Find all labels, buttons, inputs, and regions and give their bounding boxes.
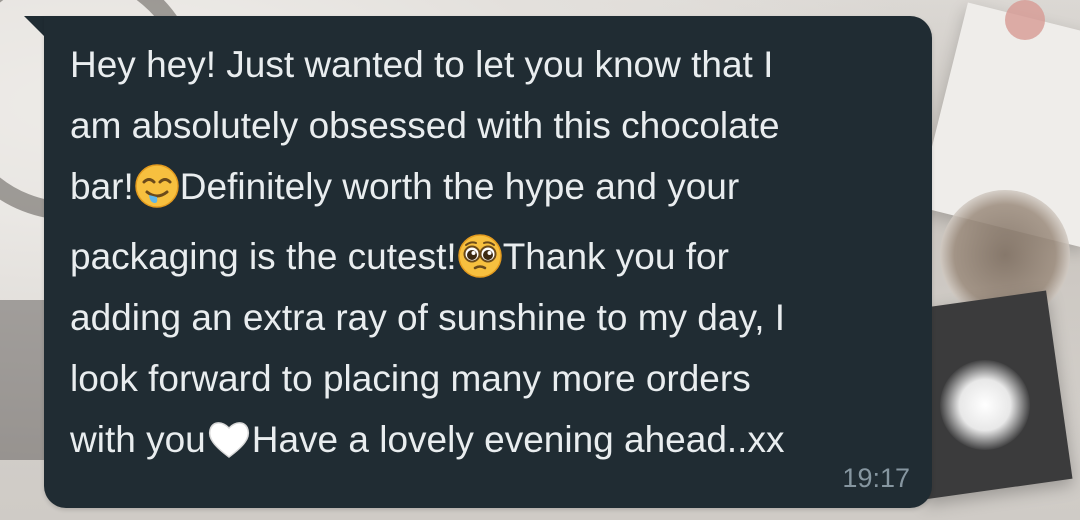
- bubble-tail: [24, 16, 46, 38]
- message-line: packaging is the cutest! Thank you for: [70, 217, 910, 287]
- message-line: bar! Definitely worth the hype and your: [70, 156, 910, 217]
- message-line: Hey hey! Just wanted to let you know tha…: [70, 44, 774, 85]
- message-text-fragment: Thank you for: [502, 236, 729, 277]
- message-text-fragment: packaging is the cutest!: [70, 236, 457, 277]
- incoming-message-bubble[interactable]: Hey hey! Just wanted to let you know tha…: [44, 16, 932, 508]
- message-line: look forward to placing many more orders: [70, 358, 751, 399]
- pleading-face-emoji-icon: [457, 234, 502, 278]
- wallpaper-flower: [1005, 0, 1045, 40]
- message-line: am absolutely obsessed with this chocola…: [70, 105, 780, 146]
- message-text-fragment: with you: [70, 419, 206, 460]
- message-timestamp: 19:17: [842, 463, 910, 493]
- white-heart-emoji-icon: [208, 422, 249, 458]
- drooling-face-emoji-icon: [135, 164, 179, 208]
- message-text-fragment: Definitely worth the hype and your: [179, 166, 740, 207]
- message-line: with you Have a lovely evening ahead..xx: [70, 409, 910, 470]
- message-text-fragment: Have a lovely evening ahead..xx: [251, 419, 785, 460]
- message-text[interactable]: Hey hey! Just wanted to let you know tha…: [70, 34, 910, 470]
- message-text-fragment: bar!: [70, 166, 134, 207]
- wallpaper-white-flower: [940, 360, 1030, 450]
- message-line: adding an extra ray of sunshine to my da…: [70, 297, 786, 338]
